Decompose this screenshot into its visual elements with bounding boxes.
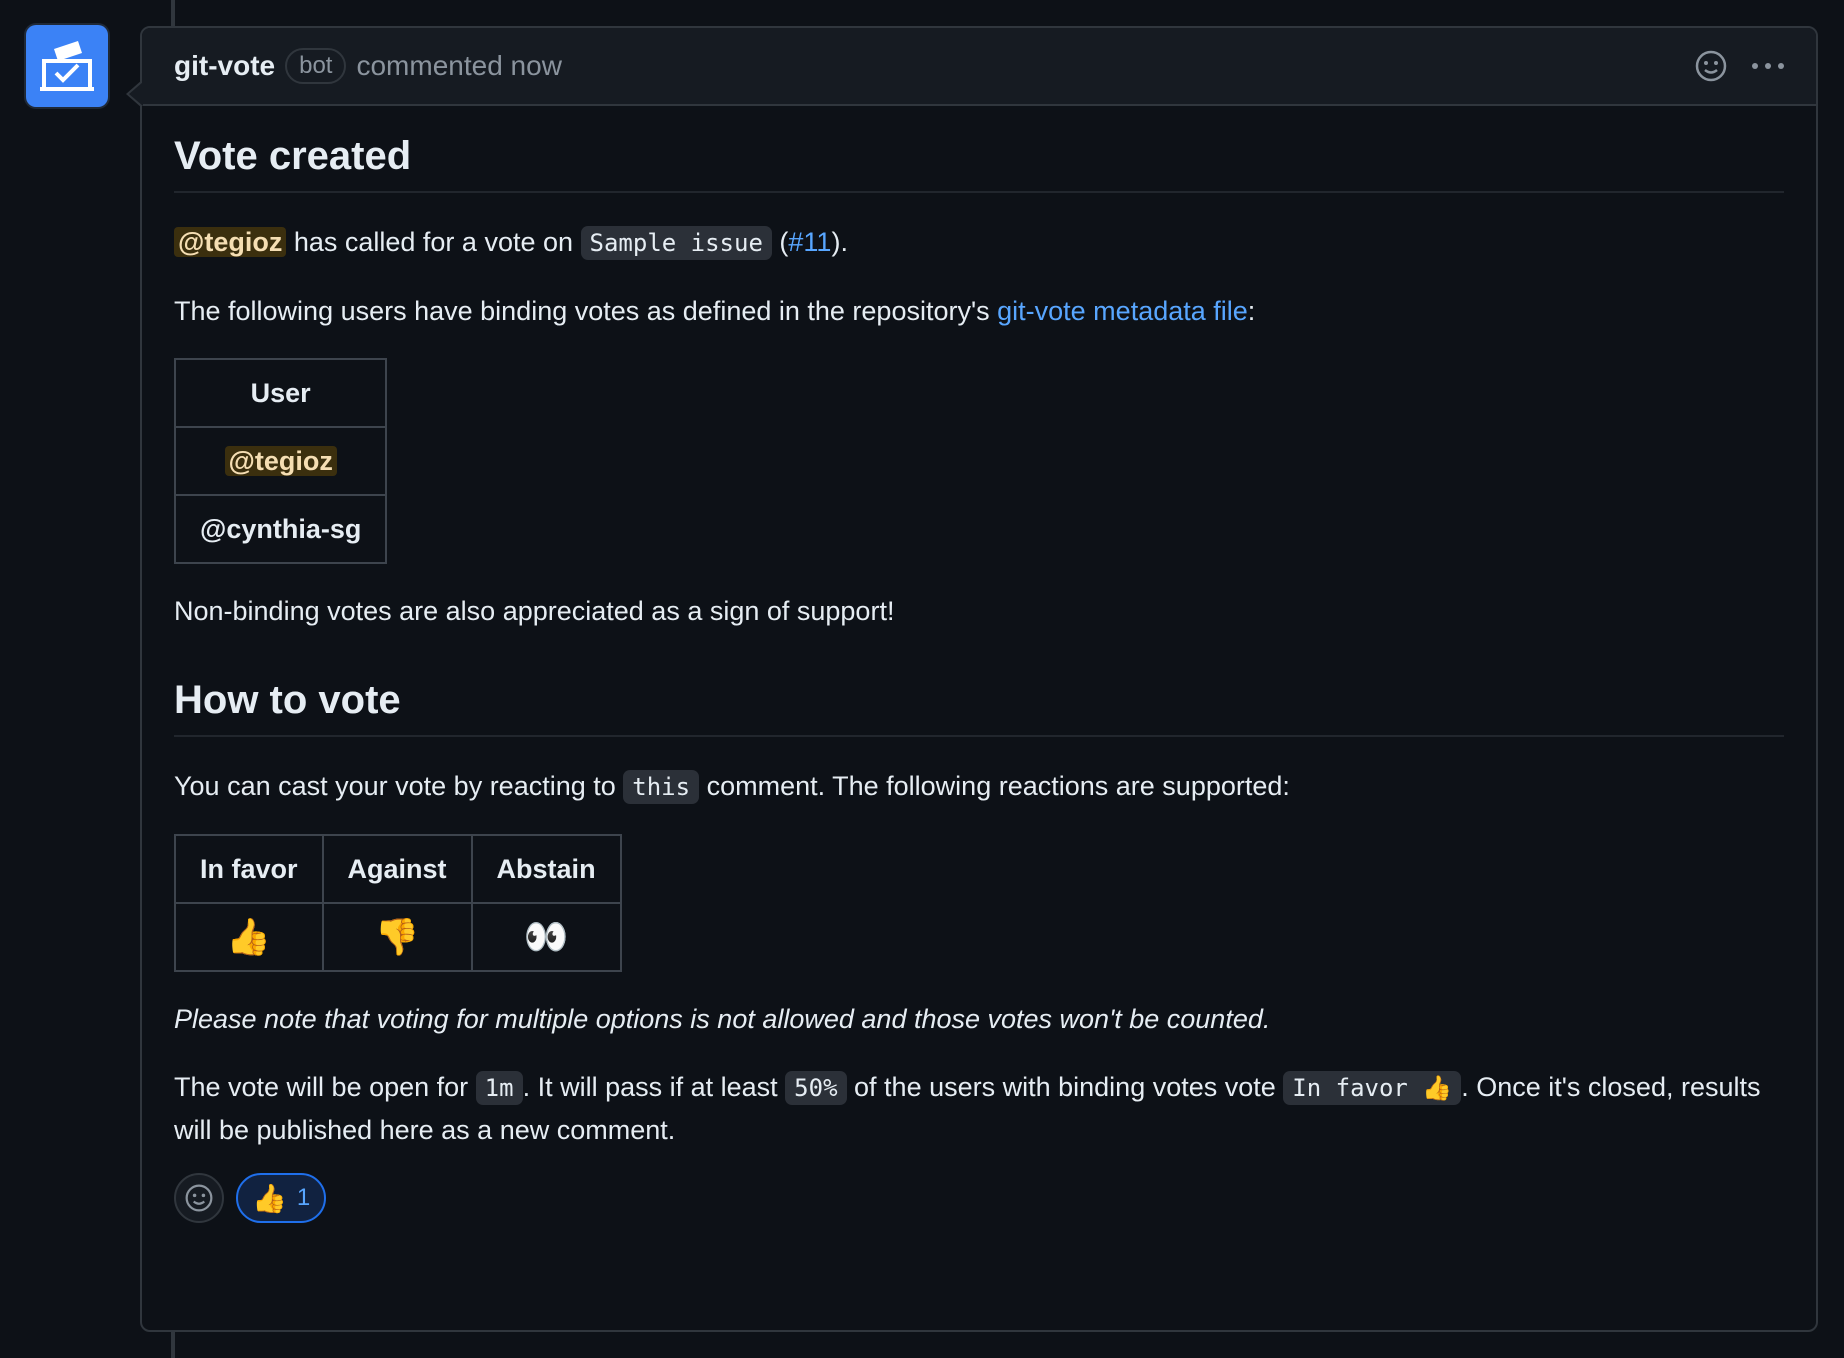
comment-timestamp[interactable]: commented now: [356, 50, 561, 82]
open-text-2: . It will pass if at least: [522, 1072, 786, 1102]
smiley-icon: [1695, 50, 1727, 82]
thumbs-down-icon: 👎: [374, 915, 420, 957]
heading-how-to-vote: How to vote: [174, 678, 1784, 737]
mention-tegioz-table[interactable]: @tegioz: [224, 445, 337, 476]
heading-vote-created: Vote created: [174, 134, 1784, 193]
mention-cynthia-sg[interactable]: @cynthia-sg: [200, 514, 361, 544]
issue-link[interactable]: #11: [788, 227, 831, 257]
add-reaction-button[interactable]: [1694, 49, 1728, 83]
comment-pointer-inner: [129, 82, 143, 106]
duration-code: 1m: [475, 1071, 523, 1105]
open-text-3: of the users with binding votes vote: [846, 1072, 1284, 1102]
eyes-icon: 👀: [523, 915, 569, 957]
binding-users-table: User @tegioz @cynthia-sg: [173, 358, 388, 564]
eyes-emoji-cell: 👀: [470, 902, 622, 972]
smiley-icon: [185, 1184, 213, 1212]
paren-close: ).: [831, 227, 848, 257]
open-text-1: The vote will be open for: [174, 1072, 476, 1102]
more-options-button[interactable]: [1750, 61, 1786, 71]
reactions-bar: 👍 1: [174, 1173, 1784, 1223]
vote-called-paragraph: @tegioz has called for a vote on Sample …: [174, 221, 1784, 264]
user-cell: @cynthia-sg: [173, 494, 388, 564]
threshold-code: 50%: [785, 1071, 847, 1105]
user-column-header: User: [173, 358, 388, 428]
binding-colon: :: [1247, 296, 1256, 326]
comment-box: git-vote bot commented now Vote created …: [126, 26, 1818, 1332]
comment-body: Vote created @tegioz has called for a vo…: [142, 106, 1816, 1223]
binding-votes-paragraph: The following users have binding votes a…: [174, 290, 1784, 332]
mention-tegioz[interactable]: @tegioz: [174, 227, 287, 257]
thumbs-up-icon: 👍: [226, 915, 272, 957]
thumbs-up-icon: 👍: [252, 1182, 287, 1214]
vote-duration-paragraph: The vote will be open for 1m. It will pa…: [174, 1066, 1784, 1151]
thumbs-up-reaction-button[interactable]: 👍 1: [236, 1173, 327, 1223]
bot-badge: bot: [285, 48, 347, 84]
cast-vote-text: You can cast your vote by reacting to: [174, 771, 624, 801]
this-code: this: [623, 770, 700, 804]
abstain-header: Abstain: [470, 834, 622, 904]
in-favor-header: In favor: [174, 834, 324, 904]
reactions-supported-text: comment. The following reactions are sup…: [699, 771, 1290, 801]
issue-title-code: Sample issue: [580, 226, 772, 260]
bot-avatar[interactable]: [26, 25, 108, 107]
kebab-menu-icon: [1752, 63, 1784, 69]
note-text: Please note that voting for multiple opt…: [174, 1004, 1271, 1034]
comment-author[interactable]: git-vote: [174, 50, 275, 82]
paren-open: (: [771, 227, 789, 257]
metadata-file-link[interactable]: git-vote metadata file: [997, 296, 1248, 326]
thumbs-up-emoji-cell: 👍: [174, 902, 324, 972]
thumbs-down-emoji-cell: 👎: [321, 902, 473, 972]
add-reaction-footer-button[interactable]: [174, 1173, 224, 1223]
user-cell: @tegioz: [173, 426, 388, 496]
header-actions: [1694, 49, 1786, 83]
in-favor-code: In favor 👍: [1283, 1071, 1462, 1105]
multiple-options-note: Please note that voting for multiple opt…: [174, 998, 1784, 1040]
how-to-vote-paragraph: You can cast your vote by reacting to th…: [174, 765, 1784, 808]
against-header: Against: [321, 834, 473, 904]
ballot-box-icon: [40, 41, 94, 91]
called-text: has called for a vote on: [286, 227, 581, 257]
binding-text: The following users have binding votes a…: [174, 296, 998, 326]
reaction-count: 1: [296, 1184, 311, 1211]
nonbinding-paragraph: Non-binding votes are also appreciated a…: [174, 596, 895, 626]
reactions-table: In favor Against Abstain 👍 👎 👀: [174, 834, 622, 972]
comment-header: git-vote bot commented now: [142, 28, 1816, 106]
